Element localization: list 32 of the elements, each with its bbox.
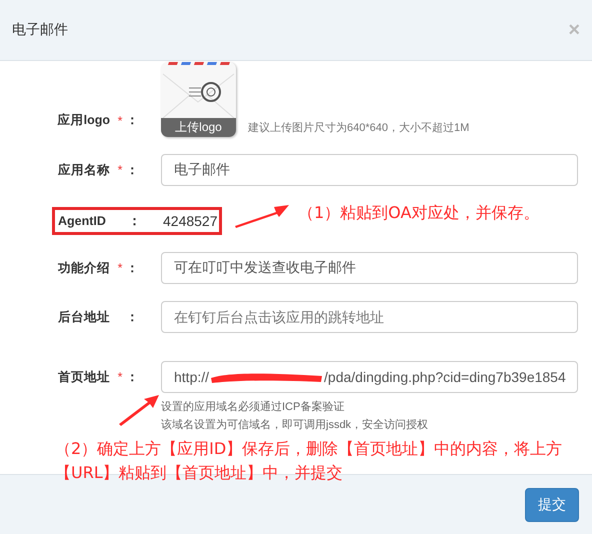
field-label: AgentID bbox=[58, 214, 107, 228]
field-label: 后台地址 bbox=[58, 308, 110, 326]
annotation-text: （1）粘贴到OA对应处，并保存。 bbox=[298, 202, 540, 224]
upload-hint: 建议上传图片尺寸为640*640，大小不超过1M bbox=[248, 121, 470, 135]
required-marker: * bbox=[116, 114, 124, 128]
field-label: 功能介绍 bbox=[58, 260, 110, 276]
required-marker: * bbox=[116, 370, 124, 384]
label-colon: ： bbox=[126, 162, 136, 178]
url-field[interactable]: http:// /pda/dingding.php?cid=ding7b39e1854 bbox=[161, 361, 578, 393]
label-colon: ： bbox=[126, 112, 136, 129]
text-field[interactable]: 电子邮件 bbox=[161, 154, 578, 186]
text-field[interactable]: 可在叮叮中发送查收电子邮件 bbox=[161, 252, 578, 284]
agent-id-value: 4248527 bbox=[163, 213, 218, 229]
annotation-text: （2）确定上方【应用ID】保存后，删除【首页地址】中的内容，将上方【URL】粘贴到【首页地址】中，并提交 bbox=[55, 438, 564, 484]
arrow-icon bbox=[234, 202, 290, 228]
required-marker: * bbox=[116, 261, 124, 275]
field-label: 应用logo bbox=[58, 112, 110, 129]
label-colon: ： bbox=[126, 260, 136, 276]
field-hint: 该域名设置为可信域名，即可调用jssdk，安全访问授权 bbox=[161, 418, 430, 432]
label-colon: ： bbox=[128, 212, 142, 230]
field-label: 应用名称 bbox=[58, 162, 110, 178]
label-colon: ： bbox=[126, 368, 136, 386]
upload-button[interactable]: 上传logo bbox=[161, 118, 236, 137]
text-field[interactable]: 在钉钉后台点击该应用的跳转地址 bbox=[161, 301, 578, 333]
field-hint: 设置的应用域名必须通过ICP备案验证 bbox=[161, 400, 346, 414]
required-marker: * bbox=[116, 163, 124, 177]
arrow-icon bbox=[118, 394, 160, 426]
submit-button[interactable]: 提交 bbox=[525, 488, 579, 522]
field-label: 首页地址 bbox=[58, 368, 110, 386]
window-title: 电子邮件 bbox=[12, 21, 68, 39]
label-colon: ： bbox=[126, 308, 136, 326]
logo-upload[interactable]: 上传logo bbox=[161, 62, 236, 137]
